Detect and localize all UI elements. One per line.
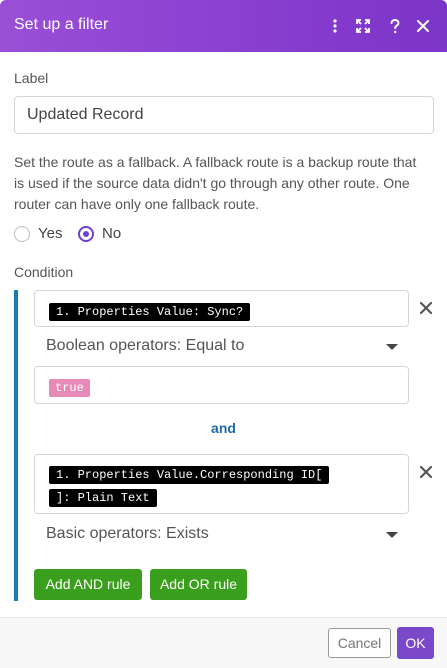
expand-icon[interactable] — [352, 14, 374, 38]
cancel-button[interactable]: Cancel — [328, 628, 391, 658]
add-and-rule-button[interactable]: Add AND rule — [34, 569, 142, 600]
rule1-remove-icon[interactable] — [416, 298, 436, 318]
rule2-operand1-field[interactable]: 1. Properties Value.Corresponding ID[ ]:… — [34, 454, 409, 514]
rule1-operator-select[interactable]: Boolean operators: Equal to — [46, 337, 406, 355]
ok-button[interactable]: OK — [397, 627, 434, 659]
condition-group-bar — [14, 290, 18, 601]
radio-yes-circle[interactable] — [14, 225, 30, 242]
rule2-operator-label: Basic operators: Exists — [46, 525, 209, 542]
help-icon[interactable] — [384, 14, 406, 38]
rule2-operator-select[interactable]: Basic operators: Exists — [46, 525, 406, 543]
add-or-rule-button[interactable]: Add OR rule — [150, 569, 247, 600]
radio-no-circle[interactable] — [78, 225, 94, 242]
label-field-label: Label — [14, 70, 49, 86]
radio-yes[interactable]: Yes — [14, 225, 62, 242]
more-vertical-icon[interactable] — [324, 14, 346, 38]
condition-title: Condition — [14, 264, 74, 280]
chevron-down-icon — [386, 532, 398, 538]
rule1-operand2-pill: true — [49, 379, 90, 397]
rule1-operand1-pill: 1. Properties Value: Sync? — [49, 303, 251, 321]
rule1-operator-label: Boolean operators: Equal to — [46, 337, 245, 354]
and-joiner: and — [211, 420, 236, 436]
rule2-operand1-pill-line2: ]: Plain Text — [49, 489, 157, 507]
radio-yes-label: Yes — [38, 225, 63, 242]
fallback-description: Set the route as a fallback. A fallback … — [14, 154, 417, 212]
radio-no-label: No — [102, 225, 122, 242]
radio-no[interactable]: No — [78, 225, 121, 242]
rule2-remove-icon[interactable] — [416, 462, 436, 482]
dialog-header: Set up a filter — [0, 0, 447, 52]
close-icon[interactable] — [412, 14, 434, 38]
rule2-operand1-pill-line1: 1. Properties Value.Corresponding ID[ — [49, 466, 330, 484]
dialog-title: Set up a filter — [14, 16, 109, 33]
rule1-operand2-field[interactable]: true — [34, 366, 409, 404]
label-input[interactable]: Updated Record — [14, 96, 434, 134]
rule1-operand1-field[interactable]: 1. Properties Value: Sync? — [34, 290, 409, 327]
filter-dialog: Set up a filter Label Updated Record Set… — [0, 0, 447, 668]
chevron-down-icon — [386, 344, 398, 350]
